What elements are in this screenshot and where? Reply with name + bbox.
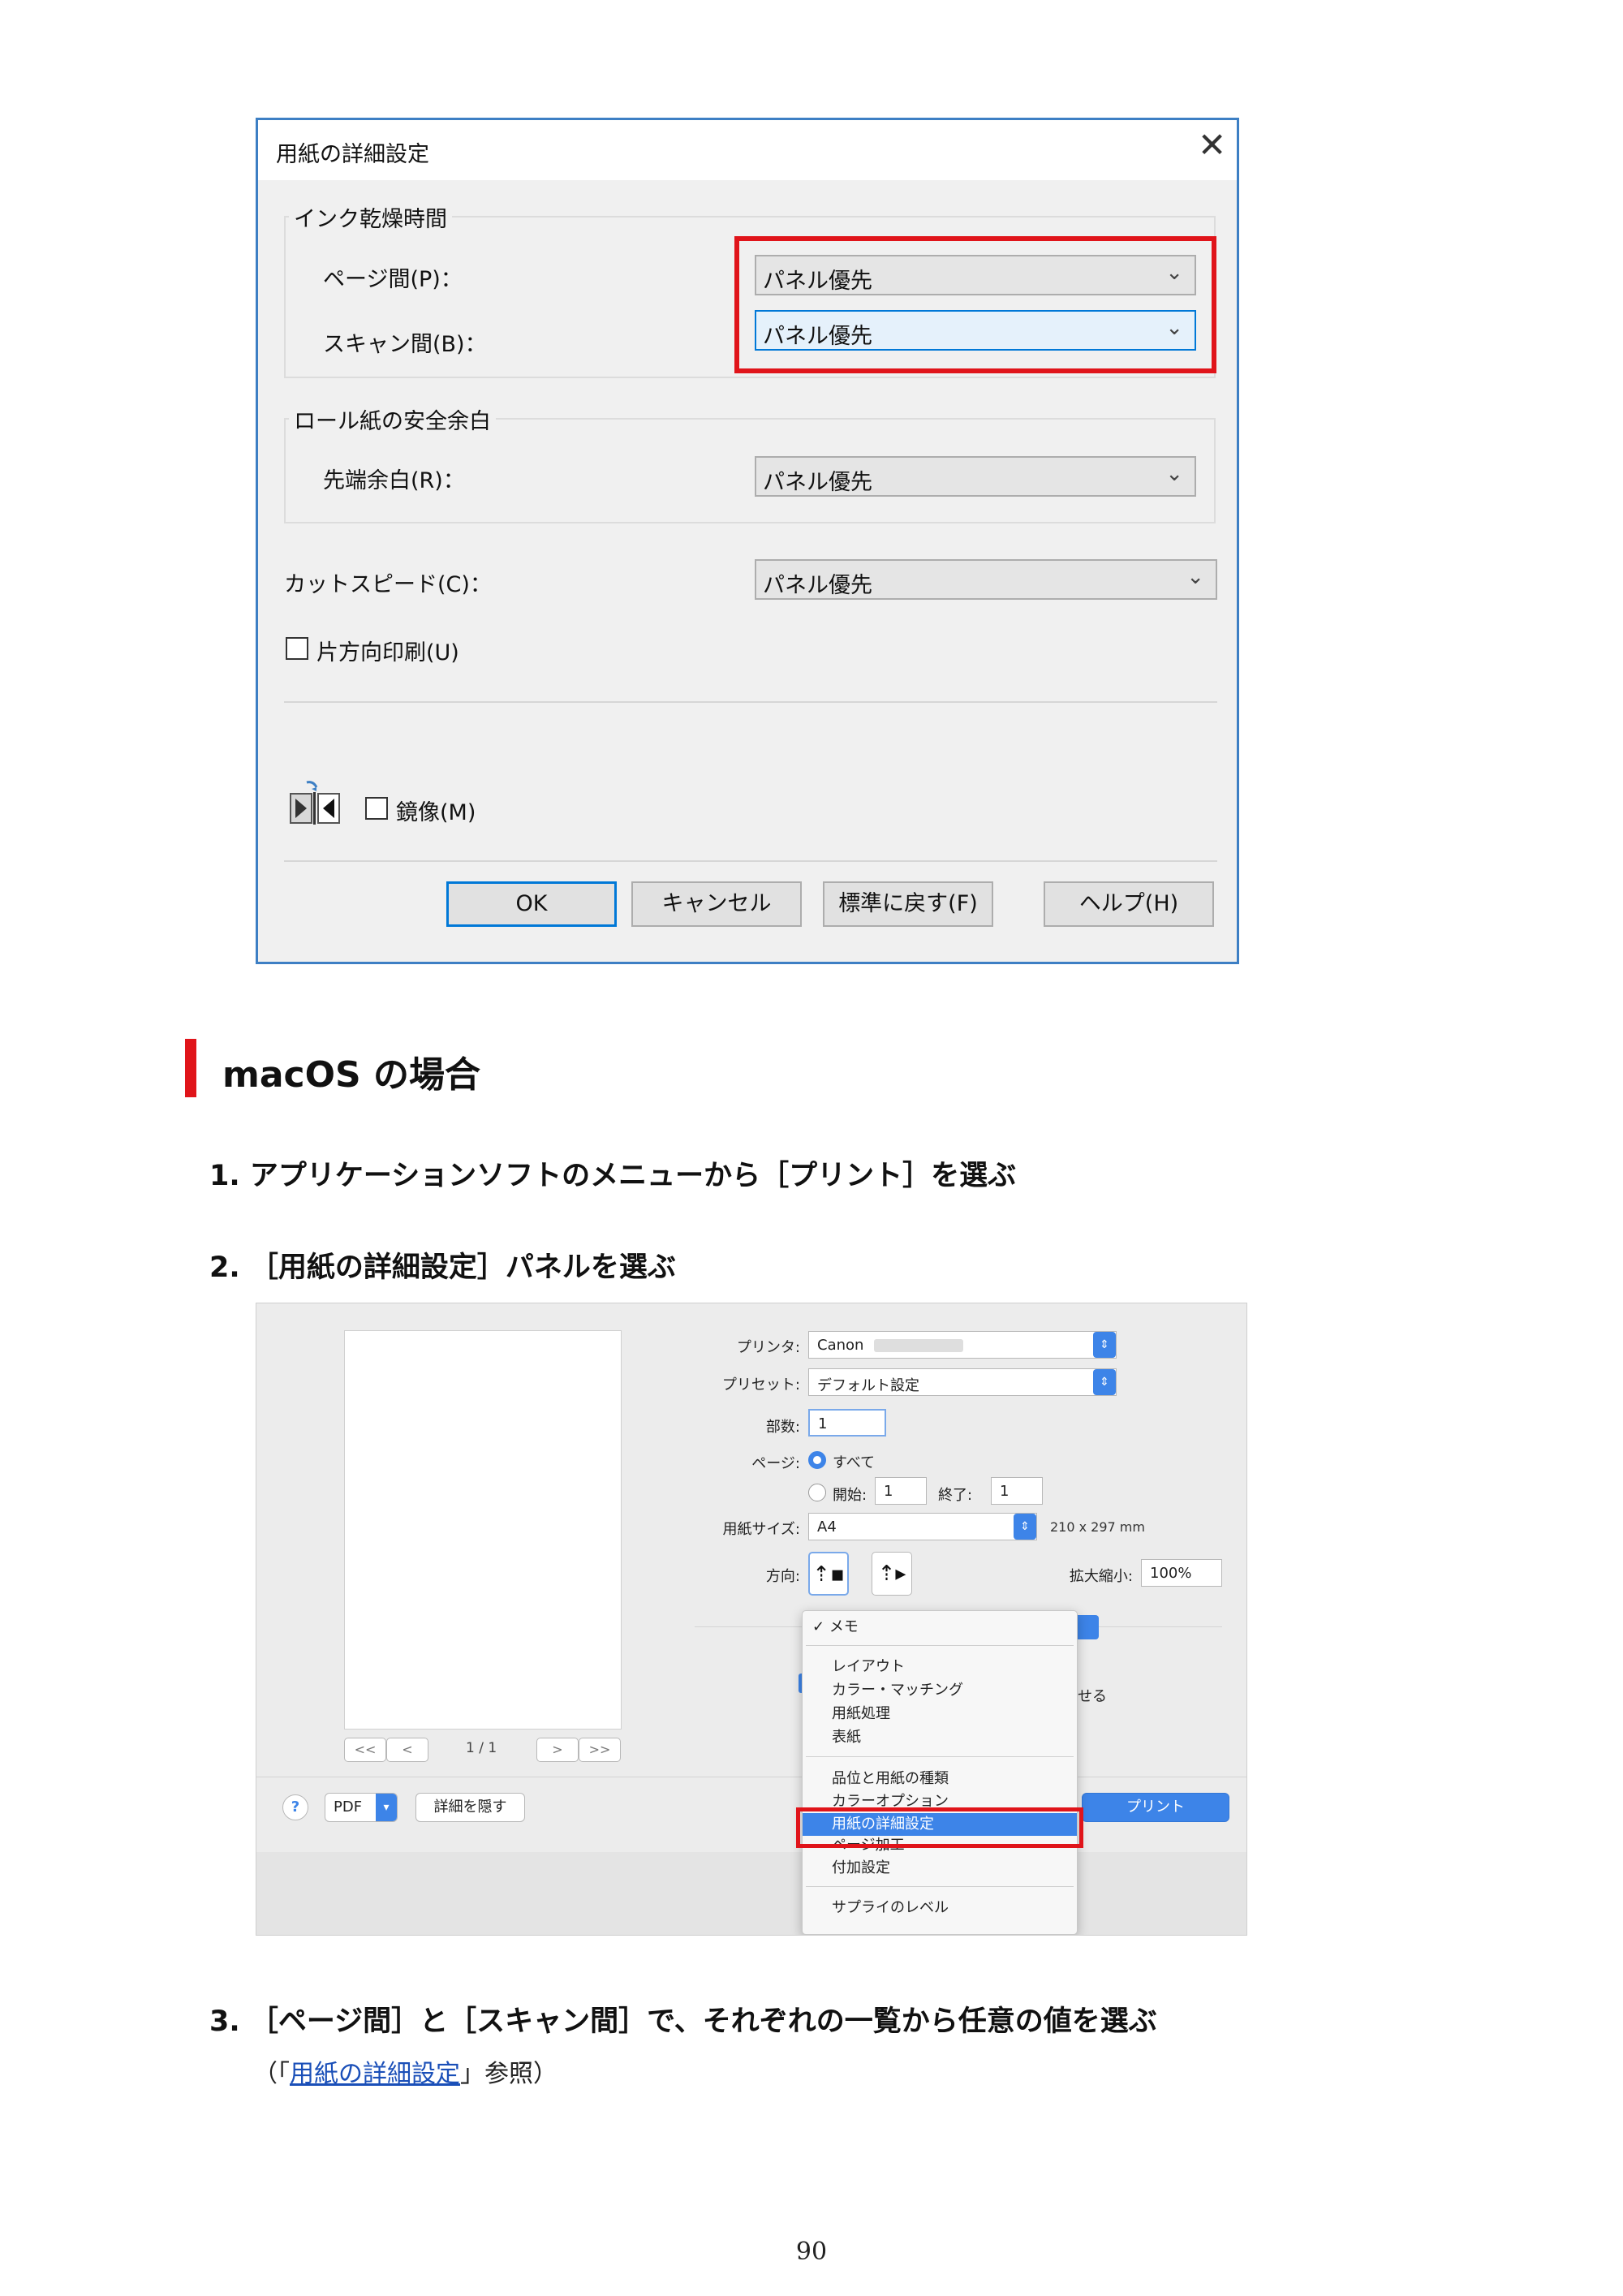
chevron-down-icon: ⌄ [1186,565,1204,589]
next-page-button[interactable]: > [536,1738,579,1762]
first-page-button[interactable]: << [344,1738,386,1762]
pages-all-radio[interactable] [808,1451,826,1469]
menu-item-color-matching[interactable]: カラー・マッチング [803,1679,1077,1702]
portrait-icon: ⇡▪ [812,1562,845,1587]
menu-item-cover[interactable]: 表紙 [803,1726,1077,1749]
step-2: 2. ［用紙の詳細設定］パネルを選ぶ [209,1251,676,1284]
restore-defaults-button[interactable]: 標準に戻す(F) [823,881,993,927]
stepper-icon: ⇕ [1014,1514,1036,1540]
print-button[interactable]: プリント [1082,1793,1229,1822]
printer-select[interactable]: Canon ⇕ [808,1331,1117,1359]
pages-range-radio[interactable] [808,1484,826,1501]
mirror-label: 鏡像(M) [396,800,476,825]
stepper-icon: ⇕ [1093,1332,1116,1358]
print-dialog-mac: << < 1 / 1 > >> プリンタ: Canon ⇕ プリセット: デフォ… [256,1303,1247,1936]
paper-size-dimensions: 210 x 297 mm [1050,1519,1145,1535]
scan-interval-label: スキャン間(B)： [323,332,487,357]
roll-margin-group-label: ロール紙の安全余白 [289,403,496,435]
page-interval-label: ページ間(P)： [323,267,463,292]
last-page-button[interactable]: >> [579,1738,621,1762]
landscape-orientation-button[interactable]: ⇡▸ [872,1552,912,1596]
page-number: 90 [795,2238,828,2266]
divider [284,860,1217,862]
printer-label: プリンタ: [736,1339,800,1356]
stepper-icon: ⇕ [1093,1369,1116,1395]
unidirectional-label: 片方向印刷(U) [316,640,459,666]
menu-item-quality-media[interactable]: 品位と用紙の種類 [803,1768,1077,1790]
paper-size-select[interactable]: A4 ⇕ [808,1513,1037,1540]
help-button[interactable]: ? [282,1794,308,1820]
hide-details-button[interactable]: 詳細を隠す [415,1793,525,1822]
leading-margin-select[interactable]: パネル優先 ⌄ [755,456,1196,497]
cancel-button[interactable]: キャンセル [631,881,802,927]
ok-button[interactable]: OK [446,881,617,927]
menu-item-paper-handling[interactable]: 用紙処理 [803,1703,1077,1725]
chevron-down-icon: ⌄ [1165,462,1183,486]
step-3: 3. ［ページ間］と［スキャン間］で、それぞれの一覧から任意の値を選ぶ [209,2005,1157,2038]
orientation-label: 方向: [765,1568,800,1585]
portrait-orientation-button[interactable]: ⇡▪ [808,1552,849,1596]
dialog-body: インク乾燥時間 ページ間(P)： パネル優先 ⌄ スキャン間(B)： パネル優先… [258,180,1237,962]
pages-to-label: 終了: [938,1487,973,1504]
leading-margin-label: 先端余白(R)： [323,468,465,493]
step-1: 1. アプリケーションソフトのメニューから［プリント］を選ぶ [209,1160,1017,1192]
dialog-title: 用紙の詳細設定 [276,142,429,167]
paper-size-label: 用紙サイズ: [722,1521,800,1538]
section-title: macOS の場合 [222,1054,481,1096]
panel-select-stepper[interactable] [1074,1615,1099,1639]
reference-note: （「用紙の詳細設定」参照） [253,2060,558,2088]
section-marker [185,1039,196,1097]
unidirectional-checkbox[interactable] [286,637,308,660]
close-icon[interactable]: ✕ [1198,128,1226,162]
scale-label: 拡大縮小: [1069,1568,1133,1585]
pages-from-label: 開始: [833,1487,867,1504]
chevron-down-icon: ▾ [376,1794,397,1821]
pages-from-input[interactable]: 1 [875,1477,927,1505]
menu-item-layout[interactable]: レイアウト [803,1656,1077,1678]
pages-all-label: すべて [833,1454,876,1471]
menu-separator [806,1645,1074,1646]
highlight-frame [796,1807,1083,1848]
cut-speed-select[interactable]: パネル優先 ⌄ [755,559,1217,600]
paper-detail-link[interactable]: 用紙の詳細設定 [290,2060,460,2088]
mirror-icon [289,781,341,826]
prev-page-button[interactable]: < [386,1738,428,1762]
partial-option-text: せる [1078,1688,1107,1705]
scale-input[interactable]: 100% [1141,1559,1222,1587]
menu-item-supply-levels[interactable]: サプライのレベル [803,1897,1077,1919]
menu-item-memo[interactable]: ✓ メモ [803,1616,1077,1639]
mirror-checkbox[interactable] [365,797,388,820]
landscape-icon: ⇡▸ [877,1562,906,1586]
copies-input[interactable]: 1 [808,1409,886,1437]
ink-dry-group-label: インク乾燥時間 [289,201,452,233]
help-button[interactable]: ヘルプ(H) [1044,881,1214,927]
paper-detail-dialog-windows: 用紙の詳細設定 ✕ インク乾燥時間 ページ間(P)： パネル優先 ⌄ スキャン間… [256,118,1239,964]
menu-separator [806,1886,1074,1887]
blurred-model-name [874,1339,963,1352]
copies-label: 部数: [765,1419,800,1436]
dialog-footer [256,1852,1246,1935]
highlight-frame [734,236,1216,373]
menu-separator [806,1756,1074,1757]
pdf-menu-button[interactable]: PDF ▾ [325,1793,398,1822]
menu-item-additional[interactable]: 付加設定 [803,1857,1077,1880]
divider [284,701,1217,703]
panel-popup-menu: ✓ メモ レイアウト カラー・マッチング 用紙処理 表紙 品位と用紙の種類 カラ… [802,1610,1078,1935]
preset-label: プリセット: [721,1376,800,1394]
pages-to-input[interactable]: 1 [991,1477,1043,1505]
preset-select[interactable]: デフォルト設定 ⇕ [808,1368,1117,1396]
cut-speed-label: カットスピード(C)： [284,572,492,597]
pages-label: ページ: [751,1455,800,1472]
page-counter: 1 / 1 [466,1740,497,1756]
page-preview [344,1330,622,1730]
checkmark-icon: ✓ [812,1618,829,1635]
